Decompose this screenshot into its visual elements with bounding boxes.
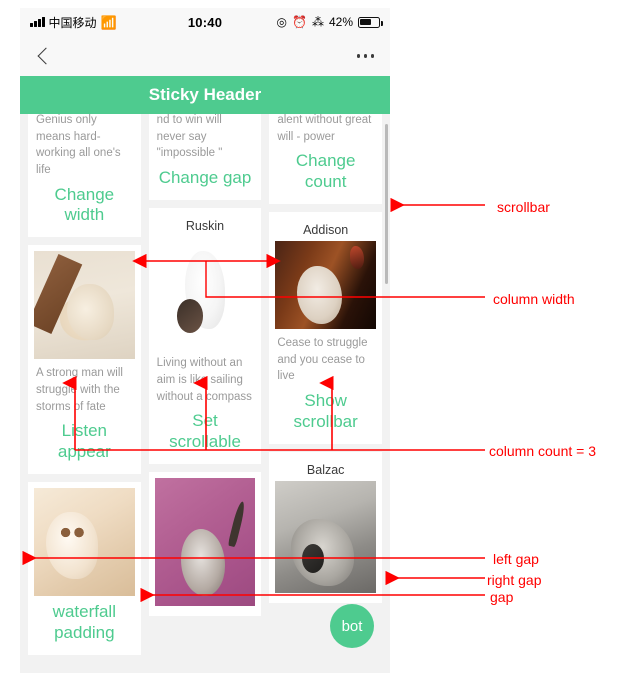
sticky-header-title: Sticky Header [148,85,262,104]
cat-photo-3 [275,241,377,330]
more-dots-icon[interactable] [356,54,374,58]
card[interactable] [148,472,262,617]
waterfall-column-2: nd to win will never say "impossible " C… [148,114,262,655]
battery-percent-label: 42% [328,15,353,29]
card-description: Cease to struggle and you cease to live [277,337,368,383]
navigation-bar [20,36,390,76]
card[interactable]: alent without great will - power Change … [269,114,383,205]
card-action[interactable]: Show scrollbar [275,385,376,434]
card[interactable]: nd to win will never say "impossible " C… [148,114,262,201]
vertical-scrollbar[interactable] [385,124,388,284]
card-description: alent without great will - power [277,114,372,143]
cat-photo-4 [34,488,135,597]
waterfall-scroll-area[interactable]: Genius only means hard-working all one's… [20,114,390,673]
location-icon: ◎ [276,15,288,29]
card-action[interactable]: Change count [275,145,376,194]
back-chevron-icon[interactable] [37,47,55,65]
card[interactable]: Balzac [269,451,383,603]
floating-bot-label: bot [341,617,363,635]
annotation-label: gap [490,589,514,605]
card-title: Ruskin [185,219,225,234]
status-bar-right: ◎ ⏰ ⁂ 42% [276,15,383,29]
card-title: Addison [303,223,349,238]
sticky-header: Sticky Header [20,76,390,114]
card-title: Balzac [306,462,345,477]
waterfall-column-1: Genius only means hard-working all one's… [28,114,141,656]
cat-photo-1 [34,251,135,360]
card-action[interactable]: Change width [34,179,135,228]
bluetooth-icon: ⁂ [311,15,324,29]
annotation-label: left gap [493,551,539,567]
card-description: Living without an aim is like sailing wi… [156,357,252,403]
card-action[interactable]: Listen appear [34,415,135,464]
card[interactable]: Ruskin Living without an aim is like sai… [148,208,262,465]
waterfall-columns: Genius only means hard-working all one's… [28,114,383,656]
cat-photo-6 [275,480,377,593]
card[interactable]: Addison Cease to struggle and you cease … [269,212,383,444]
annotation-label: column count = 3 [489,443,597,459]
cat-photo-5 [154,478,256,607]
waterfall-column-3: alent without great will - power Change … [269,114,383,655]
card-description: Genius only means hard-working all one's… [36,114,121,177]
annotation-label: right gap [487,572,542,588]
battery-icon [358,16,383,28]
annotation-label: column width [493,291,575,307]
card-description: A strong man will struggle with the stor… [36,367,123,413]
alarm-icon: ⏰ [292,15,307,29]
floating-bot-button[interactable]: bot [330,604,374,648]
phone-screen: 中国移动 📶 10:40 ◎ ⏰ ⁂ 42% Sticky Header Gen… [20,8,390,673]
card[interactable]: A strong man will struggle with the stor… [28,245,141,475]
status-bar: 中国移动 📶 10:40 ◎ ⏰ ⁂ 42% [20,8,390,36]
card-action[interactable]: Set scrollable [155,405,256,454]
card[interactable]: Genius only means hard-working all one's… [28,114,141,238]
cat-photo-2 [154,237,256,350]
card-action[interactable]: waterfall padding [34,596,135,645]
annotation-label: scrollbar [497,199,550,215]
card-description: nd to win will never say "impossible " [156,114,223,160]
card-action[interactable]: Change gap [155,162,256,190]
card[interactable]: waterfall padding [28,482,141,656]
